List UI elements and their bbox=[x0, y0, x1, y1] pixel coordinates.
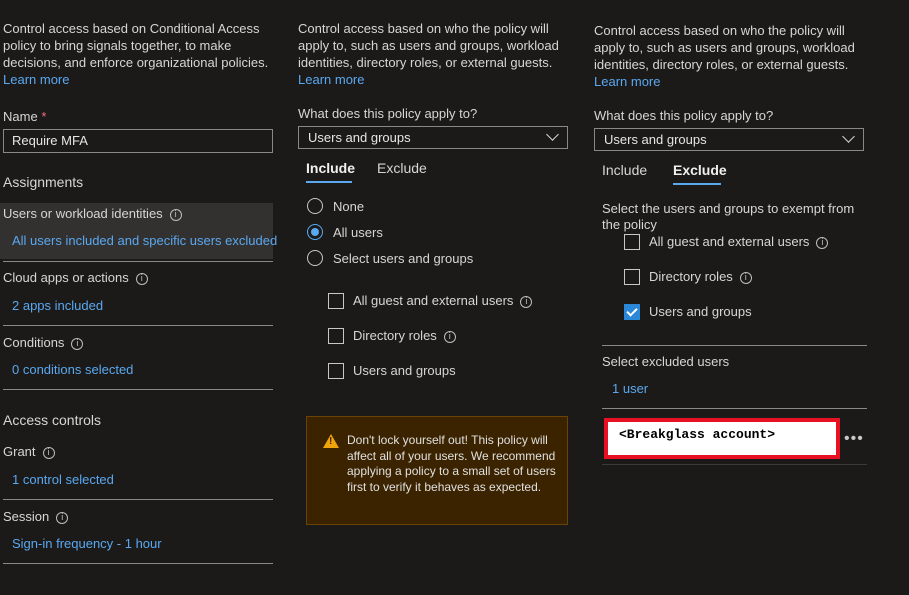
info-icon: i bbox=[42, 447, 55, 459]
right-tab-include[interactable]: Include bbox=[602, 162, 647, 178]
middle-apply-dropdown[interactable]: Users and groups bbox=[298, 126, 568, 149]
warning-banner: Don't lock yourself out! This policy wil… bbox=[306, 416, 568, 525]
middle-checkbox-guest[interactable] bbox=[328, 293, 344, 309]
users-identities-label: Users or workload identities i bbox=[3, 206, 182, 221]
name-input[interactable]: Require MFA bbox=[3, 129, 273, 153]
middle-tab-exclude[interactable]: Exclude bbox=[377, 160, 427, 176]
breakglass-account-name: <Breakglass account> bbox=[619, 427, 776, 442]
radio-all-users[interactable] bbox=[307, 224, 323, 240]
info-icon: i bbox=[71, 338, 84, 350]
middle-learn-more-link[interactable]: Learn more bbox=[298, 72, 364, 87]
right-checkbox-guest[interactable] bbox=[624, 234, 640, 250]
chevron-down-icon bbox=[842, 130, 855, 143]
conditions-value-link[interactable]: 0 conditions selected bbox=[12, 362, 133, 377]
info-icon: i bbox=[169, 209, 182, 221]
middle-checkbox-users-label: Users and groups bbox=[353, 363, 456, 378]
left-description: Control access based on Conditional Acce… bbox=[3, 21, 269, 70]
radio-select-users-label: Select users and groups bbox=[333, 251, 474, 266]
middle-apply-label: What does this policy apply to? bbox=[298, 106, 478, 121]
right-description: Control access based on who the policy w… bbox=[594, 23, 855, 72]
grant-value-link[interactable]: 1 control selected bbox=[12, 472, 114, 487]
more-options-icon[interactable]: ••• bbox=[844, 430, 864, 448]
excluded-users-label: Select excluded users bbox=[602, 354, 730, 369]
session-value-link[interactable]: Sign-in frequency - 1 hour bbox=[12, 536, 162, 551]
users-identities-value-link[interactable]: All users included and specific users ex… bbox=[12, 233, 277, 248]
info-icon: i bbox=[520, 296, 533, 308]
middle-checkbox-users[interactable] bbox=[328, 363, 344, 379]
right-checkbox-guest-label: All guest and external users i bbox=[649, 234, 829, 249]
dropdown-value: Users and groups bbox=[604, 132, 707, 147]
name-label: Name * bbox=[3, 109, 47, 124]
divider bbox=[3, 325, 273, 326]
middle-tab-include[interactable]: Include bbox=[306, 160, 355, 176]
divider bbox=[3, 261, 273, 262]
grant-label: Grant i bbox=[3, 444, 55, 459]
middle-description: Control access based on who the policy w… bbox=[298, 21, 559, 70]
excluded-user-row[interactable]: <Breakglass account> bbox=[604, 418, 840, 459]
middle-checkbox-roles[interactable] bbox=[328, 328, 344, 344]
info-icon: i bbox=[739, 272, 752, 284]
radio-none-label: None bbox=[333, 199, 365, 214]
warning-icon bbox=[323, 434, 339, 448]
right-apply-label: What does this policy apply to? bbox=[594, 108, 774, 123]
dropdown-value: Users and groups bbox=[308, 130, 411, 145]
middle-checkbox-guest-label: All guest and external users i bbox=[353, 293, 533, 308]
middle-checkbox-roles-label: Directory roles i bbox=[353, 328, 456, 343]
radio-none[interactable] bbox=[307, 198, 323, 214]
info-icon: i bbox=[816, 237, 829, 249]
divider bbox=[602, 464, 867, 465]
right-tab-exclude[interactable]: Exclude bbox=[673, 162, 727, 178]
cloud-apps-value-link[interactable]: 2 apps included bbox=[12, 298, 103, 313]
radio-all-users-label: All users bbox=[333, 225, 383, 240]
chevron-down-icon bbox=[546, 128, 559, 141]
divider bbox=[3, 499, 273, 500]
tab-underline bbox=[306, 181, 352, 183]
right-checkbox-roles-label: Directory roles i bbox=[649, 269, 752, 284]
divider bbox=[602, 408, 867, 409]
right-checkbox-users[interactable] bbox=[624, 304, 640, 320]
access-controls-heading: Access controls bbox=[3, 412, 102, 428]
warning-text: Don't lock yourself out! This policy wil… bbox=[347, 433, 556, 494]
cloud-apps-label: Cloud apps or actions i bbox=[3, 270, 148, 285]
info-icon: i bbox=[135, 273, 148, 285]
right-checkbox-roles[interactable] bbox=[624, 269, 640, 285]
divider bbox=[602, 345, 867, 346]
right-checkbox-users-label: Users and groups bbox=[649, 304, 752, 319]
session-label: Session i bbox=[3, 509, 69, 524]
right-apply-dropdown[interactable]: Users and groups bbox=[594, 128, 864, 151]
conditions-label: Conditions i bbox=[3, 335, 84, 350]
info-icon: i bbox=[443, 331, 456, 343]
radio-select-users[interactable] bbox=[307, 250, 323, 266]
divider bbox=[3, 389, 273, 390]
right-learn-more-link[interactable]: Learn more bbox=[594, 74, 660, 89]
left-learn-more-link[interactable]: Learn more bbox=[3, 72, 69, 87]
assignments-heading: Assignments bbox=[3, 174, 84, 190]
tab-underline bbox=[673, 183, 721, 185]
exempt-instructions: Select the users and groups to exempt fr… bbox=[602, 201, 855, 232]
divider bbox=[3, 563, 273, 564]
excluded-users-count-link[interactable]: 1 user bbox=[612, 381, 648, 396]
info-icon: i bbox=[56, 512, 69, 524]
